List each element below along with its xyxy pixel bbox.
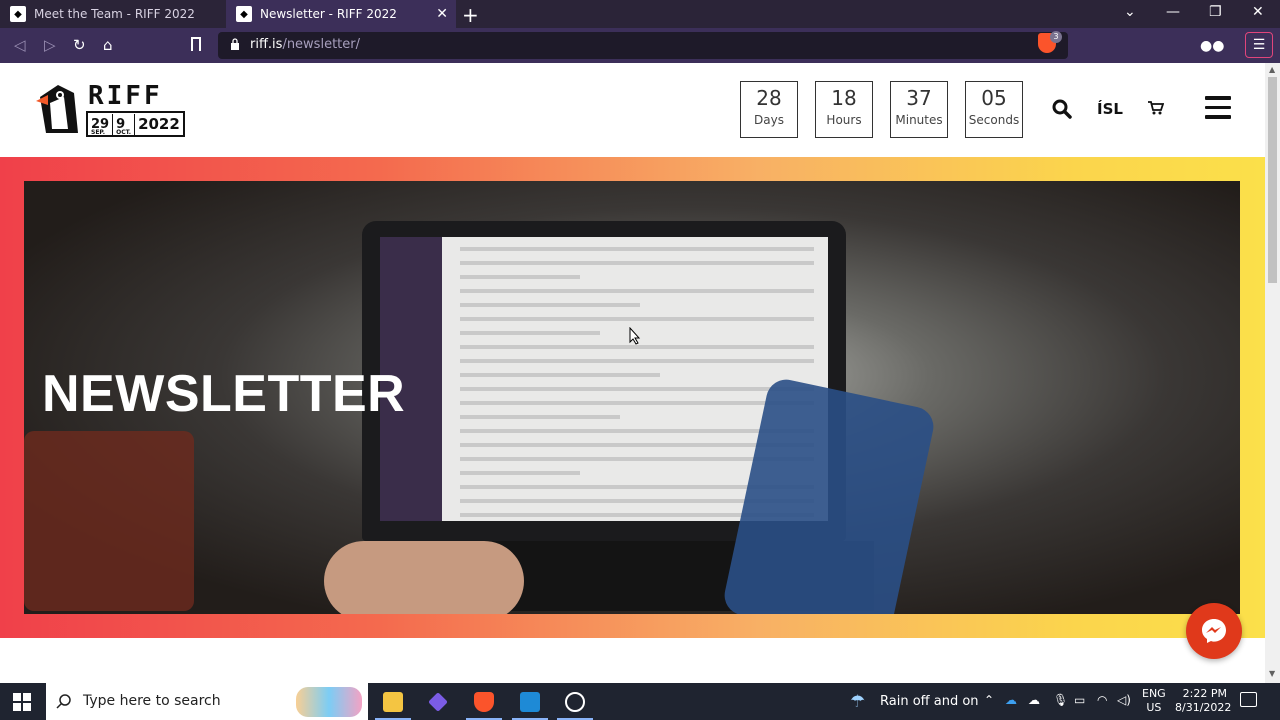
messenger-icon [1202, 619, 1226, 643]
site-header: RIFF 29 SEP. 9 OCT. 2022 28 Days 18 Hours … [0, 63, 1265, 157]
show-hidden-icons-icon[interactable]: ⌃ [984, 693, 994, 707]
logo-dates: 29 SEP. 9 OCT. 2022 [86, 111, 185, 137]
riff-favicon-icon: ◆ [236, 6, 252, 22]
taskbar-brave[interactable] [462, 683, 506, 720]
brave-icon [474, 692, 494, 712]
messenger-chat-button[interactable] [1186, 603, 1242, 659]
lock-icon [231, 38, 239, 50]
forward-icon[interactable]: ▷ [44, 36, 56, 54]
logo-wordmark: RIFF [88, 81, 163, 111]
close-tab-icon[interactable]: ✕ [436, 6, 448, 22]
taskbar-app-purple[interactable] [416, 683, 460, 720]
wifi-icon[interactable]: ◠ [1097, 693, 1107, 707]
vscode-icon [520, 692, 540, 712]
riff-logo[interactable]: RIFF 29 SEP. 9 OCT. 2022 [34, 81, 185, 139]
address-bar[interactable]: riff.is/newsletter/ [218, 32, 1068, 59]
new-tab-icon[interactable]: + [462, 3, 479, 27]
taskbar-search-placeholder: Type here to search [83, 693, 221, 709]
countdown-minutes: 37 Minutes [890, 81, 948, 138]
jar-image [24, 431, 194, 611]
shield-count-badge: 3 [1050, 31, 1062, 43]
windows-start-icon[interactable] [13, 693, 31, 711]
riff-favicon-icon: ◆ [10, 6, 26, 22]
countdown-label: Seconds [968, 113, 1020, 127]
lang-bottom: US [1146, 701, 1162, 714]
taskbar-obs[interactable] [553, 683, 597, 720]
folder-icon [383, 692, 403, 712]
countdown-value: 37 [906, 86, 932, 110]
logo-end-day: 9 OCT. [113, 113, 136, 135]
scroll-up-icon[interactable]: ▲ [1269, 65, 1275, 74]
page-scrollbar[interactable]: ▲ ▼ [1265, 63, 1280, 683]
close-window-icon[interactable]: ✕ [1252, 4, 1264, 20]
taskbar-vscode[interactable] [508, 683, 552, 720]
countdown-value: 28 [756, 86, 782, 110]
onedrive-icon[interactable]: ☁ [1005, 693, 1017, 707]
search-icon [56, 694, 71, 709]
battery-icon[interactable]: ▭ [1074, 693, 1085, 707]
clock-date: 8/31/2022 [1175, 701, 1232, 714]
countdown-label: Days [754, 113, 784, 127]
tab-search-icon[interactable]: ⌄ [1124, 4, 1136, 20]
scroll-down-icon[interactable]: ▼ [1269, 669, 1275, 678]
countdown-label: Minutes [895, 113, 943, 127]
reload-icon[interactable]: ↻ [73, 36, 86, 54]
input-language[interactable]: ENG US [1142, 687, 1166, 715]
countdown-hours: 18 Hours [815, 81, 873, 138]
search-icon[interactable] [1052, 99, 1072, 119]
diamond-app-icon [428, 692, 448, 712]
bookmark-icon[interactable] [191, 37, 201, 51]
logo-start-day: 29 SEP. [88, 113, 114, 135]
web-page: RIFF 29 SEP. 9 OCT. 2022 28 Days 18 Hours … [0, 63, 1265, 683]
browser-menu-button[interactable]: ☰ [1245, 32, 1273, 58]
system-clock[interactable]: 2:22 PM 8/31/2022 [1175, 687, 1232, 715]
windows-taskbar: Type here to search ☂ Rain off and on ⌃ … [0, 683, 1280, 720]
tab-title: Newsletter - RIFF 2022 [260, 7, 397, 21]
notification-icon[interactable] [1240, 692, 1257, 707]
countdown-seconds: 05 Seconds [965, 81, 1023, 138]
maximize-icon[interactable]: ❐ [1209, 4, 1222, 20]
private-window-icon[interactable]: ●● [1200, 38, 1224, 54]
countdown-value: 18 [831, 86, 857, 110]
weather-icon: ☂ [850, 692, 866, 712]
puffin-logo-icon [36, 85, 78, 133]
countdown-label: Hours [826, 113, 862, 127]
logo-year: 2022 [138, 115, 180, 133]
hamburger-menu-icon[interactable] [1205, 96, 1231, 119]
language-switch[interactable]: ÍSL [1097, 100, 1123, 118]
countdown-days: 28 Days [740, 81, 798, 138]
browser-toolbar: ◁ ▷ ↻ ⌂ riff.is/newsletter/ 3 ●● ☰ [0, 28, 1280, 63]
minimize-icon[interactable]: — [1166, 4, 1180, 20]
tab-newsletter[interactable]: ◆ Newsletter - RIFF 2022 ✕ [226, 0, 456, 28]
browser-tab-bar: ◆ Meet the Team - RIFF 2022 ◆ Newsletter… [0, 0, 1280, 28]
url-text: riff.is/newsletter/ [250, 37, 360, 52]
cloud-icon[interactable]: ☁ [1028, 693, 1040, 707]
home-icon[interactable]: ⌂ [103, 36, 113, 54]
countdown-value: 05 [981, 86, 1007, 110]
tab-title: Meet the Team - RIFF 2022 [34, 7, 195, 21]
volume-icon[interactable]: ◁) [1117, 693, 1131, 707]
clock-time: 2:22 PM [1182, 687, 1227, 700]
weather-text[interactable]: Rain off and on [880, 694, 979, 709]
scrollbar-thumb[interactable] [1268, 77, 1277, 283]
url-path: /newsletter/ [282, 37, 360, 52]
taskbar-file-explorer[interactable] [371, 683, 415, 720]
taskbar-search-box[interactable]: Type here to search [46, 683, 368, 720]
hero-banner: NEWSLETTER [0, 157, 1265, 638]
back-icon[interactable]: ◁ [14, 36, 26, 54]
mouse-cursor-icon [629, 327, 641, 345]
page-title: NEWSLETTER [42, 365, 406, 423]
obs-icon [565, 692, 585, 712]
search-highlight-icon [296, 687, 362, 717]
cart-icon[interactable] [1148, 101, 1164, 115]
url-host: riff.is [250, 37, 283, 52]
hero-image: NEWSLETTER [24, 181, 1240, 614]
tab-meet-the-team[interactable]: ◆ Meet the Team - RIFF 2022 [0, 0, 224, 28]
hand-image [324, 541, 524, 614]
lang-top: ENG [1142, 687, 1166, 700]
microphone-icon[interactable]: 🎙 [1053, 693, 1068, 707]
